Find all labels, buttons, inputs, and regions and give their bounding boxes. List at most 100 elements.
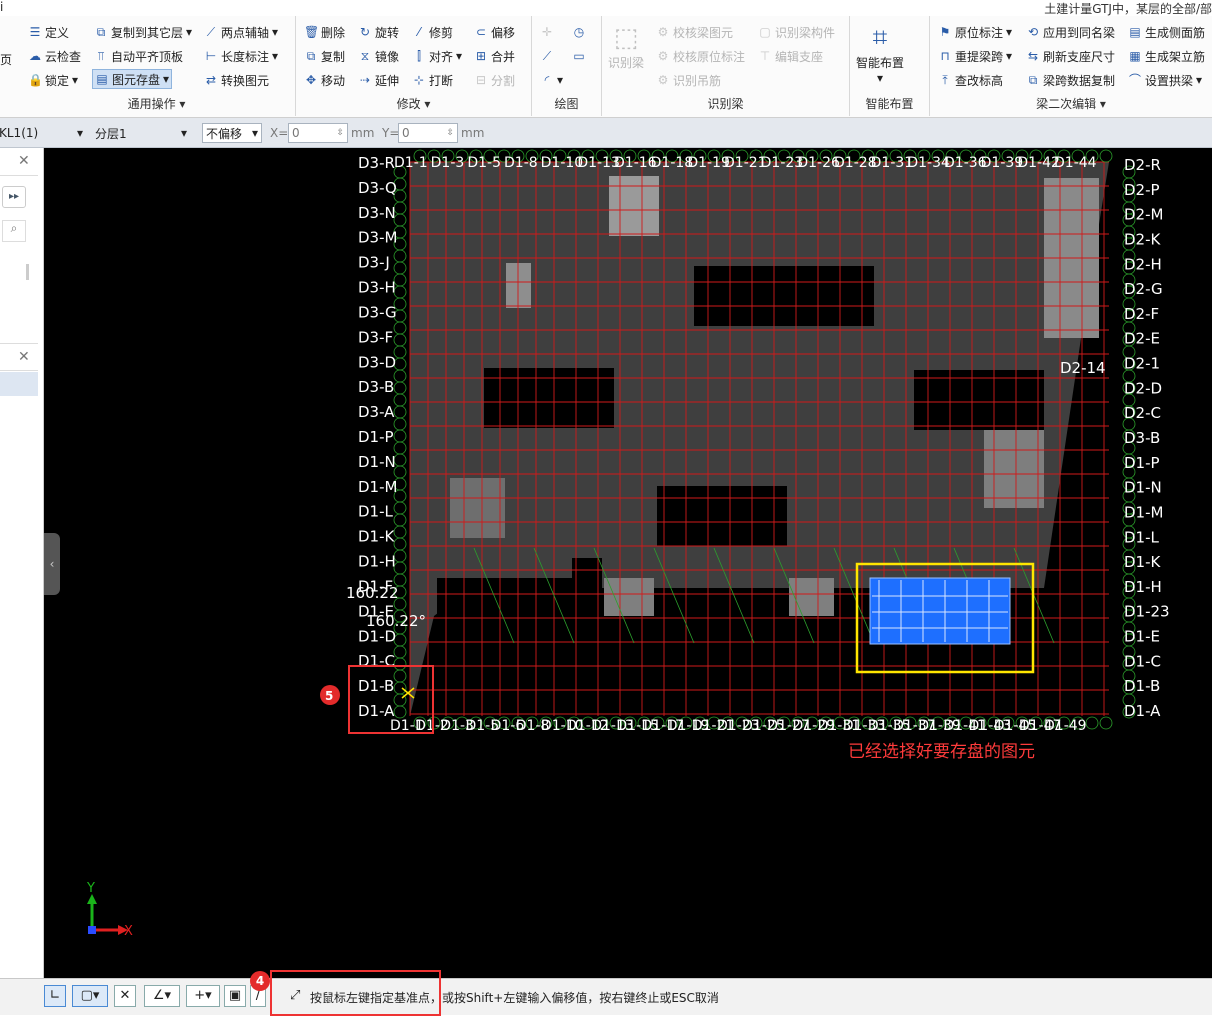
identify-beam-button[interactable]: ⬚ 识别梁 bbox=[608, 22, 644, 71]
building-zone bbox=[984, 428, 1044, 508]
align-button[interactable]: ⫿ 对齐 ▾ bbox=[412, 46, 462, 66]
spinner-icon[interactable]: ⇳ bbox=[446, 128, 454, 138]
property-toolbar: KL1(1) ▾ 分层1 ▾ 不偏移 ▾ X= 0 ⇳ mm Y= 0 ⇳ mm bbox=[0, 118, 1212, 148]
group-beam-edit: ⚑ 原位标注 ▾ ⟲ 应用到同名梁 ▤ 生成侧面筋 ⊓ 重提梁跨 ▾ ⇆ 刷新支座尺寸 ▦ 生成… bbox=[930, 16, 1212, 116]
trim-button[interactable]: ⁄ 修剪 bbox=[412, 22, 453, 42]
move-button[interactable]: ✥ 移动 bbox=[304, 70, 345, 90]
in-situ-annotation-button[interactable]: ⚑ 原位标注 ▾ bbox=[938, 22, 1012, 42]
length-dimension-button[interactable]: ⊢ 长度标注 ▾ bbox=[204, 46, 278, 66]
left-axis-label: D1-M bbox=[358, 478, 397, 496]
x-unit: mm bbox=[351, 126, 375, 140]
left-axis-label: D3-H bbox=[358, 279, 396, 297]
close-icon[interactable]: ✕ bbox=[18, 349, 30, 365]
axis-bubble bbox=[393, 525, 407, 539]
mirror-button[interactable]: ⧖ 镜像 bbox=[358, 46, 399, 66]
arc-draw-button[interactable]: ◷ bbox=[572, 22, 586, 42]
axis-bubble bbox=[393, 201, 407, 215]
left-axis-label: D3-R bbox=[358, 154, 395, 172]
collapse-panel-handle[interactable]: ‹ bbox=[44, 533, 60, 595]
close-icon[interactable]: ✕ bbox=[18, 153, 30, 169]
save-element-button[interactable]: ▤ 图元存盘 ▾ bbox=[92, 69, 173, 89]
left-panel: ✕ ▸▸ ⌕ ✕ bbox=[0, 148, 44, 978]
side-bars-icon: ▤ bbox=[1129, 25, 1141, 39]
element-select[interactable]: KL1(1) ▾ bbox=[0, 123, 86, 143]
identify-icon: ▢ bbox=[759, 25, 771, 39]
window-title: 土建计量GTJ中，某层的全部/部 bbox=[1044, 2, 1212, 16]
panel-selected-row[interactable] bbox=[0, 372, 38, 396]
display-toggle[interactable]: ▣ bbox=[224, 985, 246, 1007]
copy-to-other-layers-button[interactable]: ⧉ 复制到其它层 ▾ bbox=[94, 22, 192, 42]
chevron-down-icon: ▾ bbox=[1006, 49, 1013, 63]
generate-erection-bars-button[interactable]: ▦ 生成架立筋 bbox=[1128, 46, 1205, 66]
drawing-canvas[interactable]: D3-R D3-Q D3-N D3-M D3-J D3-H D3-G D3-F D3-D D3-B… bbox=[44, 148, 1212, 978]
two-point-axis-button[interactable]: ⟋ 两点辅轴 ▾ bbox=[204, 22, 278, 42]
cross-snap-toggle[interactable]: ✕ bbox=[114, 985, 136, 1007]
axis-bubble bbox=[393, 249, 407, 263]
right-axis-label: D2-F bbox=[1124, 305, 1159, 323]
scrollbar[interactable] bbox=[26, 264, 29, 280]
break-button[interactable]: ⊹ 打断 bbox=[412, 70, 453, 90]
merge-button[interactable]: ⊞ 合并 bbox=[474, 46, 515, 66]
delete-button[interactable]: 🗑 删除 bbox=[304, 22, 345, 42]
smart-layout-button[interactable]: ⌗ 智能布置 ▾ bbox=[856, 22, 904, 85]
void-area bbox=[657, 486, 787, 546]
check-in-situ-annotation-button[interactable]: ⚙ 校核原位标注 bbox=[656, 46, 745, 66]
copy-span-icon: ⧉ bbox=[1028, 73, 1038, 87]
identify-hanger-bar-button[interactable]: ⚙ 识别吊筋 bbox=[656, 70, 721, 90]
rect-draw-button[interactable]: ▭ bbox=[572, 46, 586, 66]
generate-side-bars-button[interactable]: ▤ 生成侧面筋 bbox=[1128, 22, 1205, 42]
axis-bubble bbox=[393, 333, 407, 347]
layer-select[interactable]: 分层1 ▾ bbox=[92, 123, 190, 143]
y-input[interactable]: 0 ⇳ bbox=[398, 123, 458, 143]
annotation-icon: ⚙ bbox=[657, 49, 669, 63]
copy-button[interactable]: ⧉ 复制 bbox=[304, 46, 345, 66]
building-zone bbox=[609, 176, 659, 236]
group-label: 智能布置 bbox=[865, 97, 914, 111]
line-draw-button[interactable]: ⟋ bbox=[540, 46, 554, 66]
define-button[interactable]: ☰ 定义 bbox=[28, 22, 69, 42]
check-elevation-button[interactable]: ⤒ 查改标高 bbox=[938, 70, 1003, 90]
check-beam-elements-button[interactable]: ⚙ 校核梁图元 bbox=[656, 22, 733, 42]
rotate-button[interactable]: ↻ 旋转 bbox=[358, 22, 399, 42]
right-axis-label: D2-C bbox=[1124, 404, 1161, 422]
snap-toggle[interactable]: ▢▾ bbox=[72, 985, 108, 1007]
right-axis-label: D1-B bbox=[1124, 677, 1160, 695]
edit-support-button[interactable]: ⊤ 编辑支座 bbox=[758, 46, 823, 66]
expand-button[interactable]: ▸▸ bbox=[2, 186, 26, 208]
ortho-toggle[interactable]: ∟ bbox=[44, 985, 66, 1007]
left-axis-label: D1-K bbox=[358, 528, 396, 546]
x-input[interactable]: 0 ⇳ bbox=[288, 123, 348, 143]
offset-button[interactable]: ⊂ 偏移 bbox=[474, 22, 515, 42]
axis-bubble bbox=[393, 393, 407, 407]
convert-element-button[interactable]: ⇄ 转换图元 bbox=[204, 70, 269, 90]
offset-mode-select[interactable]: 不偏移 ▾ bbox=[202, 123, 262, 143]
lock-button[interactable]: 🔒 锁定 ▾ bbox=[28, 70, 78, 90]
step-badge-4: 4 bbox=[250, 971, 270, 991]
extend-button[interactable]: ⇢ 延伸 bbox=[358, 70, 399, 90]
right-axis-label: D3-B bbox=[1124, 429, 1160, 447]
axis-bubble bbox=[393, 657, 407, 671]
search-icon[interactable]: ⌕ bbox=[2, 220, 26, 242]
point-draw-button[interactable]: ✛ bbox=[540, 22, 554, 42]
extend-icon: ⇢ bbox=[359, 73, 371, 87]
spinner-icon[interactable]: ⇳ bbox=[336, 128, 344, 138]
identify-beam-members-button[interactable]: ▢ 识别梁构件 bbox=[758, 22, 835, 42]
re-extract-span-button[interactable]: ⊓ 重提梁跨 ▾ bbox=[938, 46, 1012, 66]
define-icon: ☰ bbox=[29, 25, 41, 39]
angle-toggle[interactable]: ∠▾ bbox=[144, 985, 180, 1007]
floor-plan-svg[interactable]: D3-R D3-Q D3-N D3-M D3-J D3-H D3-G D3-F D3-D D3-B… bbox=[44, 148, 1212, 978]
angle-label: 160.22° bbox=[366, 612, 426, 630]
copy-icon: ⧉ bbox=[306, 49, 316, 63]
dimension-toggle[interactable]: +▾ bbox=[186, 985, 220, 1007]
copy-span-data-button[interactable]: ⧉ 梁跨数据复制 bbox=[1026, 70, 1115, 90]
auto-align-top-button[interactable]: ⫪ 自动平齐顶板 bbox=[94, 46, 183, 66]
refresh-support-size-button[interactable]: ⇆ 刷新支座尺寸 bbox=[1026, 46, 1115, 66]
left-axis-label: D1-P bbox=[358, 428, 394, 446]
apply-same-name-beam-button[interactable]: ⟲ 应用到同名梁 bbox=[1026, 22, 1115, 42]
three-point-arc-button[interactable]: ◜ ▾ bbox=[540, 70, 563, 90]
group-label: 识别梁 bbox=[707, 97, 744, 111]
cloud-check-button[interactable]: ☁ 云检查 bbox=[28, 46, 81, 66]
split-button[interactable]: ⊟ 分割 bbox=[474, 70, 515, 90]
set-arch-beam-button[interactable]: ⌒ 设置拱梁 ▾ bbox=[1128, 70, 1202, 90]
panel-header: ✕ bbox=[0, 148, 38, 176]
